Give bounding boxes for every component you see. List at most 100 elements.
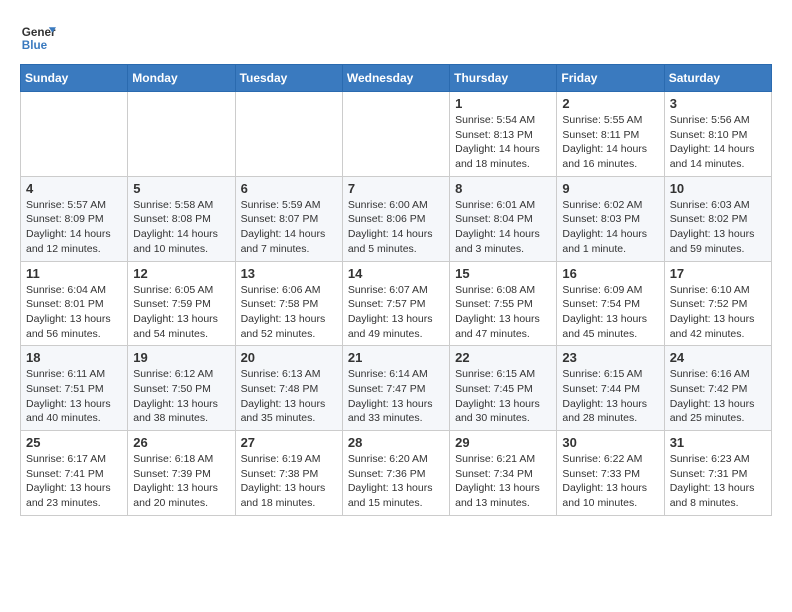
- day-number: 20: [241, 350, 337, 365]
- day-info: Sunrise: 5:56 AMSunset: 8:10 PMDaylight:…: [670, 113, 766, 172]
- day-number: 31: [670, 435, 766, 450]
- calendar-cell: 5 Sunrise: 5:58 AMSunset: 8:08 PMDaylight…: [128, 176, 235, 261]
- calendar-cell: 25 Sunrise: 6:17 AMSunset: 7:41 PMDayligh…: [21, 431, 128, 516]
- calendar-cell: [21, 92, 128, 177]
- day-info: Sunrise: 6:06 AMSunset: 7:58 PMDaylight:…: [241, 283, 337, 342]
- day-info: Sunrise: 6:07 AMSunset: 7:57 PMDaylight:…: [348, 283, 444, 342]
- week-row-1: 1 Sunrise: 5:54 AMSunset: 8:13 PMDaylight…: [21, 92, 772, 177]
- weekday-header-tuesday: Tuesday: [235, 65, 342, 92]
- calendar-cell: 6Sunrise: 5:59 AMSunset: 8:07 PMDaylight…: [235, 176, 342, 261]
- calendar: SundayMondayTuesdayWednesdayThursdayFrid…: [20, 64, 772, 516]
- day-number: 28: [348, 435, 444, 450]
- day-number: 11: [26, 266, 122, 281]
- day-number: 9: [562, 181, 658, 196]
- calendar-cell: 16Sunrise: 6:09 AMSunset: 7:54 PMDayligh…: [557, 261, 664, 346]
- day-info: Sunrise: 6:21 AMSunset: 7:34 PMDaylight:…: [455, 452, 551, 511]
- calendar-cell: 21Sunrise: 6:14 AMSunset: 7:47 PMDayligh…: [342, 346, 449, 431]
- calendar-cell: 26 Sunrise: 6:18 AMSunset: 7:39 PMDayligh…: [128, 431, 235, 516]
- day-info: Sunrise: 6:18 AMSunset: 7:39 PMDaylight:…: [133, 452, 229, 511]
- calendar-cell: [128, 92, 235, 177]
- calendar-cell: 12 Sunrise: 6:05 AMSunset: 7:59 PMDayligh…: [128, 261, 235, 346]
- calendar-cell: 3Sunrise: 5:56 AMSunset: 8:10 PMDaylight…: [664, 92, 771, 177]
- day-number: 29: [455, 435, 551, 450]
- week-row-5: 25 Sunrise: 6:17 AMSunset: 7:41 PMDayligh…: [21, 431, 772, 516]
- weekday-header-wednesday: Wednesday: [342, 65, 449, 92]
- day-info: Sunrise: 6:15 AMSunset: 7:45 PMDaylight:…: [455, 367, 551, 426]
- day-info: Sunrise: 5:59 AMSunset: 8:07 PMDaylight:…: [241, 198, 337, 257]
- weekday-header-monday: Monday: [128, 65, 235, 92]
- calendar-cell: 14 Sunrise: 6:07 AMSunset: 7:57 PMDayligh…: [342, 261, 449, 346]
- week-row-2: 4 Sunrise: 5:57 AMSunset: 8:09 PMDaylight…: [21, 176, 772, 261]
- day-info: Sunrise: 6:03 AMSunset: 8:02 PMDaylight:…: [670, 198, 766, 257]
- day-info: Sunrise: 6:01 AMSunset: 8:04 PMDaylight:…: [455, 198, 551, 257]
- day-number: 22: [455, 350, 551, 365]
- day-number: 27: [241, 435, 337, 450]
- day-info: Sunrise: 5:54 AMSunset: 8:13 PMDaylight:…: [455, 113, 551, 172]
- weekday-header-sunday: Sunday: [21, 65, 128, 92]
- day-number: 15: [455, 266, 551, 281]
- day-info: Sunrise: 5:55 AMSunset: 8:11 PMDaylight:…: [562, 113, 658, 172]
- weekday-header-row: SundayMondayTuesdayWednesdayThursdayFrid…: [21, 65, 772, 92]
- day-info: Sunrise: 6:14 AMSunset: 7:47 PMDaylight:…: [348, 367, 444, 426]
- calendar-cell: 15 Sunrise: 6:08 AMSunset: 7:55 PMDayligh…: [450, 261, 557, 346]
- day-info: Sunrise: 6:20 AMSunset: 7:36 PMDaylight:…: [348, 452, 444, 511]
- day-number: 26: [133, 435, 229, 450]
- day-number: 30: [562, 435, 658, 450]
- day-number: 4: [26, 181, 122, 196]
- day-number: 25: [26, 435, 122, 450]
- day-info: Sunrise: 6:11 AMSunset: 7:51 PMDaylight:…: [26, 367, 122, 426]
- calendar-cell: 13 Sunrise: 6:06 AMSunset: 7:58 PMDayligh…: [235, 261, 342, 346]
- day-info: Sunrise: 6:17 AMSunset: 7:41 PMDaylight:…: [26, 452, 122, 511]
- calendar-cell: 20 Sunrise: 6:13 AMSunset: 7:48 PMDayligh…: [235, 346, 342, 431]
- day-info: Sunrise: 6:02 AMSunset: 8:03 PMDaylight:…: [562, 198, 658, 257]
- day-info: Sunrise: 6:10 AMSunset: 7:52 PMDaylight:…: [670, 283, 766, 342]
- day-info: Sunrise: 6:19 AMSunset: 7:38 PMDaylight:…: [241, 452, 337, 511]
- day-number: 10: [670, 181, 766, 196]
- day-info: Sunrise: 5:57 AMSunset: 8:09 PMDaylight:…: [26, 198, 122, 257]
- day-number: 23: [562, 350, 658, 365]
- day-number: 8: [455, 181, 551, 196]
- calendar-cell: 31 Sunrise: 6:23 AMSunset: 7:31 PMDayligh…: [664, 431, 771, 516]
- calendar-cell: 17Sunrise: 6:10 AMSunset: 7:52 PMDayligh…: [664, 261, 771, 346]
- day-number: 1: [455, 96, 551, 111]
- calendar-cell: 23 Sunrise: 6:15 AMSunset: 7:44 PMDayligh…: [557, 346, 664, 431]
- day-info: Sunrise: 6:00 AMSunset: 8:06 PMDaylight:…: [348, 198, 444, 257]
- day-number: 18: [26, 350, 122, 365]
- day-info: Sunrise: 6:13 AMSunset: 7:48 PMDaylight:…: [241, 367, 337, 426]
- calendar-cell: 30 Sunrise: 6:22 AMSunset: 7:33 PMDayligh…: [557, 431, 664, 516]
- day-info: Sunrise: 6:08 AMSunset: 7:55 PMDaylight:…: [455, 283, 551, 342]
- day-info: Sunrise: 6:09 AMSunset: 7:54 PMDaylight:…: [562, 283, 658, 342]
- calendar-cell: 19 Sunrise: 6:12 AMSunset: 7:50 PMDayligh…: [128, 346, 235, 431]
- calendar-cell: 29 Sunrise: 6:21 AMSunset: 7:34 PMDayligh…: [450, 431, 557, 516]
- calendar-cell: 8 Sunrise: 6:01 AMSunset: 8:04 PMDaylight…: [450, 176, 557, 261]
- day-number: 19: [133, 350, 229, 365]
- day-number: 7: [348, 181, 444, 196]
- day-number: 12: [133, 266, 229, 281]
- day-info: Sunrise: 6:15 AMSunset: 7:44 PMDaylight:…: [562, 367, 658, 426]
- day-info: Sunrise: 6:22 AMSunset: 7:33 PMDaylight:…: [562, 452, 658, 511]
- logo: General Blue: [20, 20, 56, 56]
- calendar-cell: [235, 92, 342, 177]
- calendar-cell: 4 Sunrise: 5:57 AMSunset: 8:09 PMDaylight…: [21, 176, 128, 261]
- day-number: 13: [241, 266, 337, 281]
- day-number: 2: [562, 96, 658, 111]
- day-info: Sunrise: 6:04 AMSunset: 8:01 PMDaylight:…: [26, 283, 122, 342]
- calendar-cell: 28 Sunrise: 6:20 AMSunset: 7:36 PMDayligh…: [342, 431, 449, 516]
- day-number: 5: [133, 181, 229, 196]
- day-number: 14: [348, 266, 444, 281]
- svg-text:Blue: Blue: [22, 39, 48, 52]
- day-info: Sunrise: 6:12 AMSunset: 7:50 PMDaylight:…: [133, 367, 229, 426]
- header: General Blue: [20, 20, 772, 56]
- calendar-cell: 7 Sunrise: 6:00 AMSunset: 8:06 PMDaylight…: [342, 176, 449, 261]
- day-info: Sunrise: 6:05 AMSunset: 7:59 PMDaylight:…: [133, 283, 229, 342]
- day-number: 24: [670, 350, 766, 365]
- day-info: Sunrise: 6:23 AMSunset: 7:31 PMDaylight:…: [670, 452, 766, 511]
- calendar-cell: 22 Sunrise: 6:15 AMSunset: 7:45 PMDayligh…: [450, 346, 557, 431]
- calendar-cell: 2 Sunrise: 5:55 AMSunset: 8:11 PMDaylight…: [557, 92, 664, 177]
- weekday-header-thursday: Thursday: [450, 65, 557, 92]
- calendar-cell: 18 Sunrise: 6:11 AMSunset: 7:51 PMDayligh…: [21, 346, 128, 431]
- calendar-cell: 1 Sunrise: 5:54 AMSunset: 8:13 PMDaylight…: [450, 92, 557, 177]
- calendar-cell: 10 Sunrise: 6:03 AMSunset: 8:02 PMDayligh…: [664, 176, 771, 261]
- logo-icon: General Blue: [20, 20, 56, 56]
- day-info: Sunrise: 5:58 AMSunset: 8:08 PMDaylight:…: [133, 198, 229, 257]
